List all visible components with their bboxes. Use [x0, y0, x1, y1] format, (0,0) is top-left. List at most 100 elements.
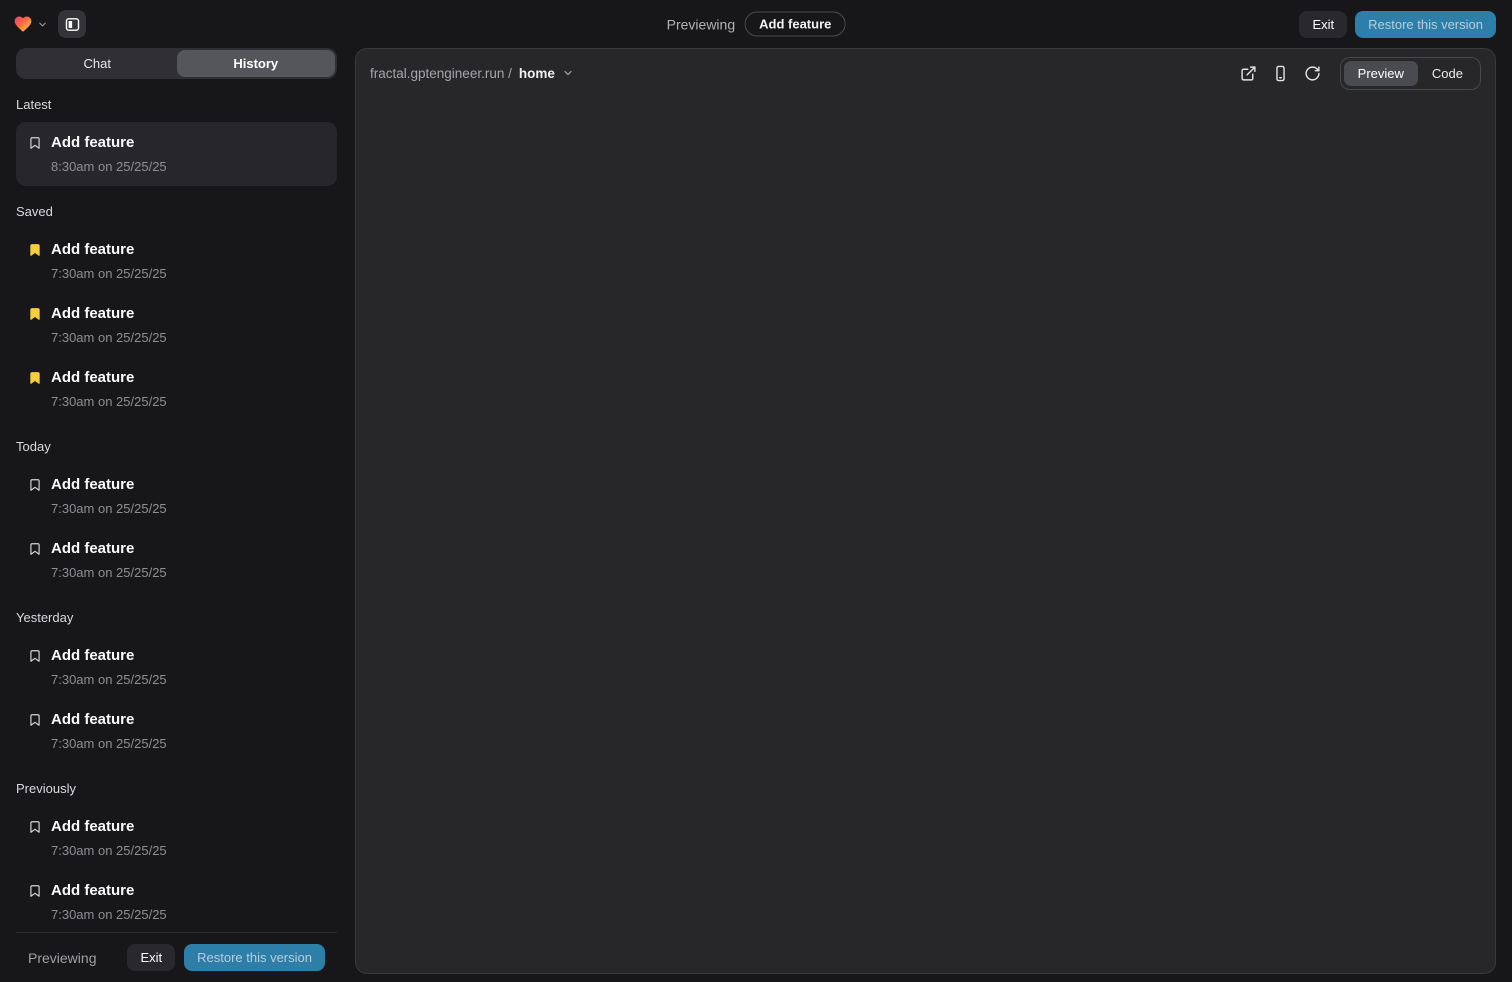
history-section: Today Add feature 7:30am on 25/25/25 Add…	[16, 439, 337, 592]
history-section-items: Add feature 7:30am on 25/25/25 Add featu…	[16, 635, 337, 763]
sidebar-tabs: Chat History	[16, 48, 337, 79]
bookmark-icon	[28, 135, 42, 151]
history-item-timestamp: 7:30am on 25/25/25	[51, 265, 167, 282]
history-item-title: Add feature	[51, 539, 167, 559]
exit-button[interactable]: Exit	[1299, 11, 1347, 38]
history-item-title: Add feature	[51, 304, 167, 324]
history-item[interactable]: Add feature 7:30am on 25/25/25	[16, 357, 337, 421]
footer-exit-button[interactable]: Exit	[127, 944, 175, 971]
history-item-timestamp: 8:30am on 25/25/25	[51, 158, 167, 175]
history-section: Saved Add feature 7:30am on 25/25/25 Add…	[16, 204, 337, 421]
open-in-new-button[interactable]	[1240, 65, 1257, 82]
app-menu[interactable]	[12, 14, 48, 34]
history-item[interactable]: Add feature 7:30am on 25/25/25	[16, 229, 337, 293]
history-section-items: Add feature 8:30am on 25/25/25	[16, 122, 337, 186]
history-item[interactable]: Add feature 7:30am on 25/25/25	[16, 293, 337, 357]
history-section-title: Previously	[16, 781, 337, 796]
history-item-title: Add feature	[51, 368, 167, 388]
history-section-items: Add feature 7:30am on 25/25/25 Add featu…	[16, 806, 337, 932]
mobile-preview-button[interactable]	[1272, 65, 1289, 82]
history-item-title: Add feature	[51, 710, 167, 730]
history-item-text: Add feature 7:30am on 25/25/25	[51, 710, 167, 752]
history-item-timestamp: 7:30am on 25/25/25	[51, 906, 167, 923]
history-section-title: Today	[16, 439, 337, 454]
bookmark-icon	[28, 883, 42, 899]
history-item-title: Add feature	[51, 133, 167, 153]
refresh-button[interactable]	[1304, 65, 1321, 82]
history-item-title: Add feature	[51, 475, 167, 495]
bookmark-icon	[28, 712, 42, 728]
history-section: Previously Add feature 7:30am on 25/25/2…	[16, 781, 337, 932]
history-section: Latest Add feature 8:30am on 25/25/25	[16, 97, 337, 186]
history-list: Latest Add feature 8:30am on 25/25/25 Sa…	[16, 79, 337, 932]
version-name-badge: Add feature	[745, 12, 845, 37]
restore-version-button[interactable]: Restore this version	[1355, 11, 1496, 38]
preview-viewport	[356, 97, 1495, 973]
open-in-new-icon	[1240, 65, 1257, 82]
history-item-title: Add feature	[51, 240, 167, 260]
history-section-title: Latest	[16, 97, 337, 112]
history-section: Yesterday Add feature 7:30am on 25/25/25…	[16, 610, 337, 763]
history-item[interactable]: Add feature 7:30am on 25/25/25	[16, 635, 337, 699]
bookmark-icon	[28, 541, 42, 557]
preview-panel: fractal.gptengineer.run / home	[355, 48, 1496, 974]
history-section-items: Add feature 7:30am on 25/25/25 Add featu…	[16, 464, 337, 592]
chevron-down-icon	[37, 19, 48, 30]
history-item-title: Add feature	[51, 817, 167, 837]
history-item[interactable]: Add feature 7:30am on 25/25/25	[16, 870, 337, 932]
history-section-title: Yesterday	[16, 610, 337, 625]
history-section-items: Add feature 7:30am on 25/25/25 Add featu…	[16, 229, 337, 421]
tab-preview[interactable]: Preview	[1344, 61, 1418, 86]
history-item-text: Add feature 7:30am on 25/25/25	[51, 304, 167, 346]
history-item[interactable]: Add feature 7:30am on 25/25/25	[16, 528, 337, 592]
footer-restore-version-button[interactable]: Restore this version	[184, 944, 325, 971]
history-sidebar: Chat History Latest Add feature 8:30am o…	[16, 48, 337, 982]
tab-chat[interactable]: Chat	[18, 50, 177, 77]
lovable-heart-logo-icon	[12, 14, 34, 34]
preview-url-selector[interactable]: fractal.gptengineer.run / home	[370, 66, 574, 81]
history-item-text: Add feature 7:30am on 25/25/25	[51, 646, 167, 688]
tab-history[interactable]: History	[177, 50, 336, 77]
history-item[interactable]: Add feature 7:30am on 25/25/25	[16, 464, 337, 528]
sidebar-toggle-button[interactable]	[58, 10, 86, 38]
history-item-timestamp: 7:30am on 25/25/25	[51, 564, 167, 581]
history-item-title: Add feature	[51, 646, 167, 666]
tab-code[interactable]: Code	[1418, 61, 1477, 86]
history-item-timestamp: 7:30am on 25/25/25	[51, 329, 167, 346]
refresh-icon	[1304, 65, 1321, 82]
history-item-timestamp: 7:30am on 25/25/25	[51, 671, 167, 688]
bookmark-icon	[28, 306, 42, 322]
history-item-timestamp: 7:30am on 25/25/25	[51, 393, 167, 410]
bookmark-icon	[28, 477, 42, 493]
history-item[interactable]: Add feature 7:30am on 25/25/25	[16, 699, 337, 763]
bookmark-icon	[28, 370, 42, 386]
bookmark-icon	[28, 242, 42, 258]
bookmark-icon	[28, 819, 42, 835]
previewing-status-label: Previewing	[667, 16, 735, 32]
preview-url-page: home	[519, 66, 555, 81]
history-item-text: Add feature 8:30am on 25/25/25	[51, 133, 167, 175]
history-item-timestamp: 7:30am on 25/25/25	[51, 500, 167, 517]
history-item[interactable]: Add feature 7:30am on 25/25/25	[16, 806, 337, 870]
preview-url-prefix: fractal.gptengineer.run /	[370, 66, 512, 81]
footer-previewing-label: Previewing	[28, 950, 96, 966]
bookmark-icon	[28, 648, 42, 664]
history-item-text: Add feature 7:30am on 25/25/25	[51, 475, 167, 517]
history-item-timestamp: 7:30am on 25/25/25	[51, 842, 167, 859]
panel-left-icon	[64, 16, 81, 33]
history-item-text: Add feature 7:30am on 25/25/25	[51, 240, 167, 282]
history-item-title: Add feature	[51, 881, 167, 901]
history-item-text: Add feature 7:30am on 25/25/25	[51, 881, 167, 923]
history-item-text: Add feature 7:30am on 25/25/25	[51, 539, 167, 581]
preview-panel-header: fractal.gptengineer.run / home	[356, 49, 1495, 97]
url-chevron-down-icon	[562, 67, 574, 79]
topbar: Previewing Add feature Exit Restore this…	[0, 0, 1512, 48]
history-item[interactable]: Add feature 8:30am on 25/25/25	[16, 122, 337, 186]
history-item-text: Add feature 7:30am on 25/25/25	[51, 368, 167, 410]
preview-code-toggle: Preview Code	[1340, 57, 1481, 90]
mobile-preview-icon	[1272, 65, 1289, 82]
history-item-text: Add feature 7:30am on 25/25/25	[51, 817, 167, 859]
history-section-title: Saved	[16, 204, 337, 219]
sidebar-footer: Previewing Exit Restore this version	[16, 932, 337, 982]
history-item-timestamp: 7:30am on 25/25/25	[51, 735, 167, 752]
